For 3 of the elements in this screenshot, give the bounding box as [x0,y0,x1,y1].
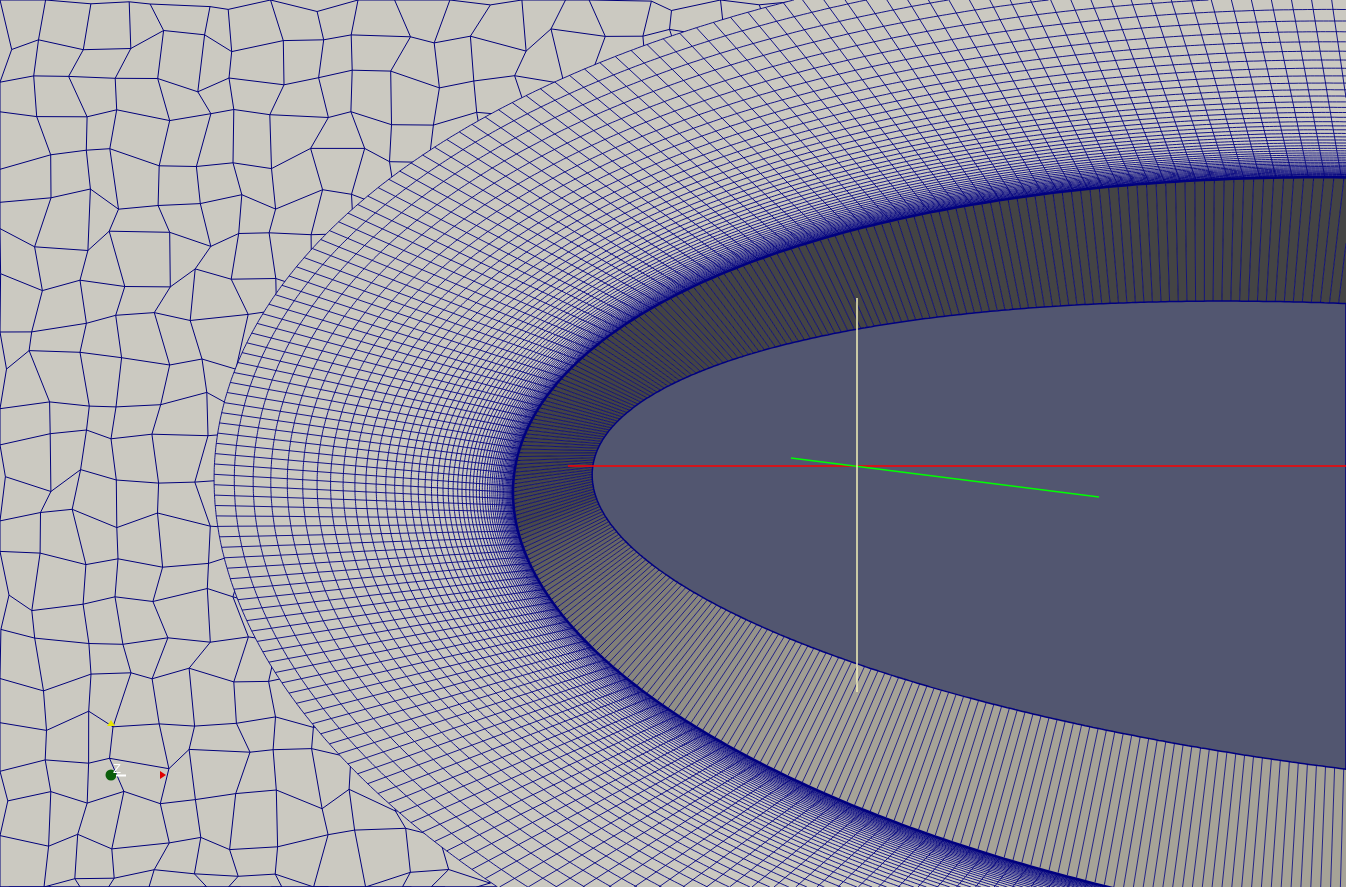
axis-tip-icon [107,720,115,726]
axis-tip-icon [160,771,166,779]
axis-label: Z [113,761,121,776]
